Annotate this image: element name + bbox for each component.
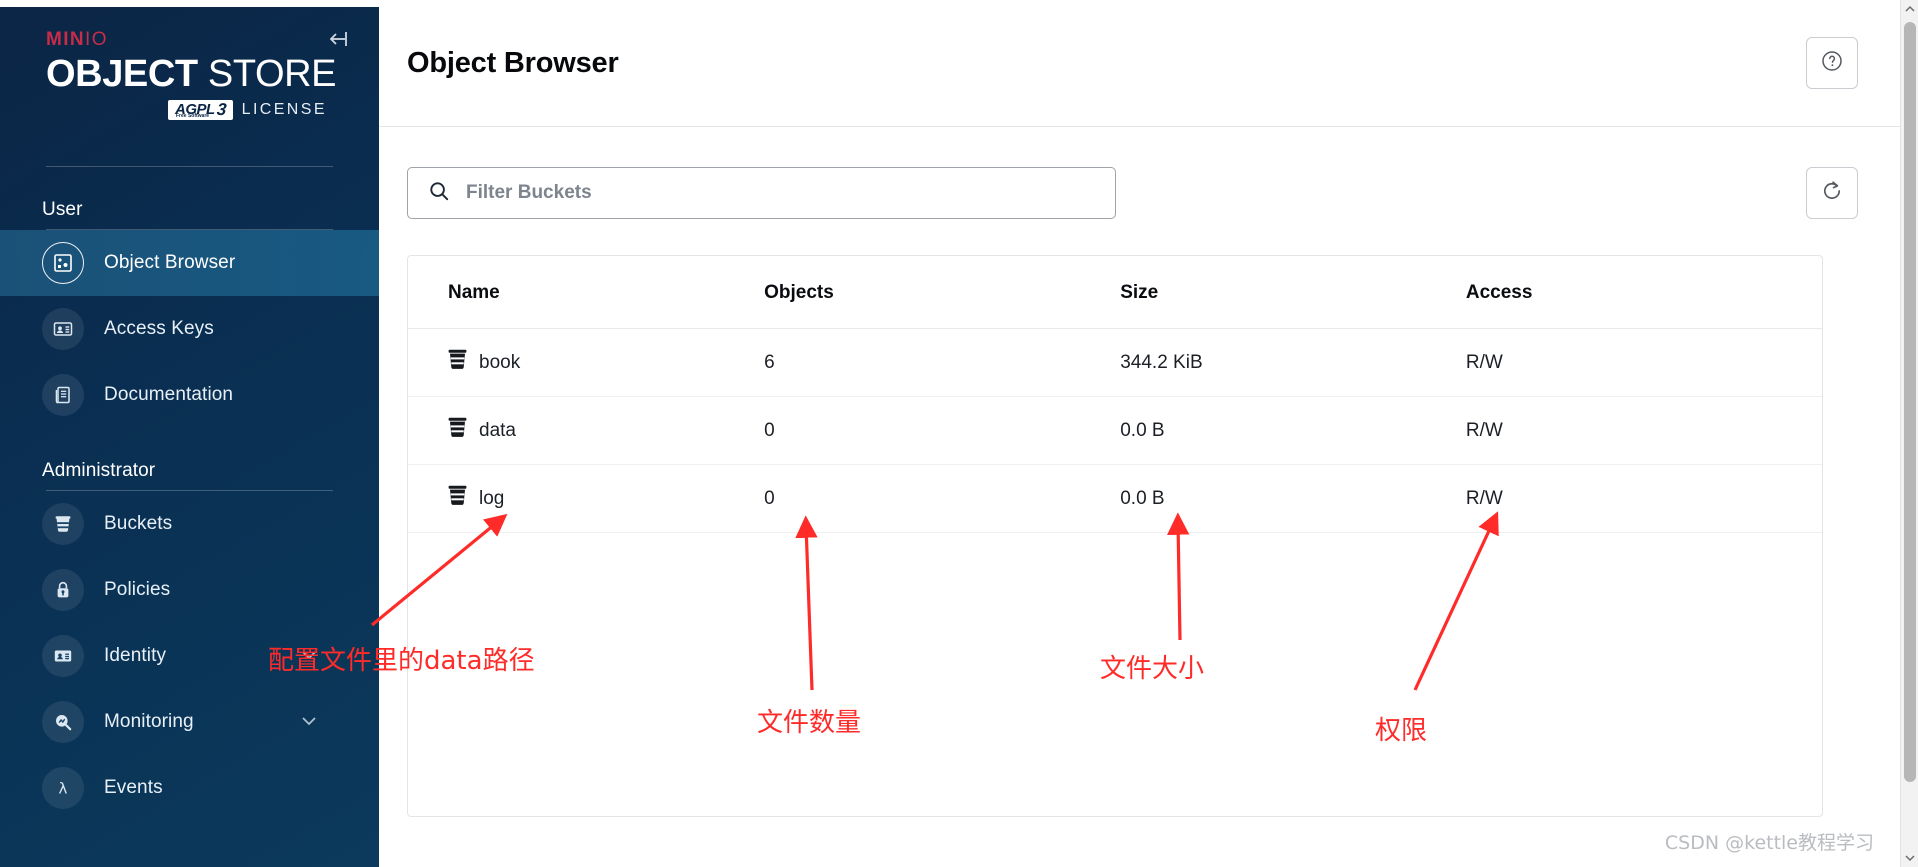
refresh-icon xyxy=(1819,178,1845,209)
bucket-icon xyxy=(42,502,84,545)
sidebar-item-object-browser[interactable]: Object Browser xyxy=(0,229,379,296)
svg-text:λ: λ xyxy=(59,779,68,797)
sidebar-top-spacer xyxy=(0,0,379,7)
table-row[interactable]: book 6 344.2 KiB R/W xyxy=(408,328,1822,397)
cell-access: R/W xyxy=(1465,328,1822,397)
column-header-access[interactable]: Access xyxy=(1465,256,1822,329)
table-head: Name Objects Size Access xyxy=(408,256,1822,329)
scroll-up-icon[interactable] xyxy=(1901,0,1918,18)
cell-bucket-name[interactable]: data xyxy=(408,396,765,465)
sidebar-item-label: Identity xyxy=(104,644,167,666)
table-header-row: Name Objects Size Access xyxy=(408,256,1822,329)
main-content: Object Browser Filter Buckets Name Objec… xyxy=(379,0,1918,867)
logo-product-bold: OBJECT xyxy=(46,53,198,95)
logo-product: OBJECT STORE xyxy=(46,55,379,94)
filter-row xyxy=(407,167,1858,219)
page-title: Object Browser xyxy=(407,46,619,79)
cell-size: 0.0 B xyxy=(1120,396,1466,465)
sidebar-item-access-keys[interactable]: Access Keys xyxy=(0,296,379,362)
object-browser-icon xyxy=(42,241,84,284)
scrollbar-thumb[interactable] xyxy=(1904,22,1916,782)
agpl-badge-sublabel: Free Software xyxy=(176,112,210,119)
content-area: Name Objects Size Access xyxy=(379,127,1918,817)
sidebar-item-label: Buckets xyxy=(104,512,173,534)
cell-objects: 0 xyxy=(764,396,1121,465)
cell-objects: 6 xyxy=(764,328,1121,397)
magnifier-icon xyxy=(42,700,84,743)
cell-access: R/W xyxy=(1465,464,1822,533)
column-header-size[interactable]: Size xyxy=(1120,256,1466,329)
app-root: MINIO OBJECT STORE AGPL 3 Free Software L… xyxy=(0,0,1918,867)
sidebar-item-events[interactable]: λ Events xyxy=(0,755,379,821)
logo-brand-prefix: MIN xyxy=(46,29,86,50)
sidebar-item-label: Monitoring xyxy=(104,710,194,732)
sidebar-section-administrator: Administrator xyxy=(42,459,156,481)
help-circle-icon xyxy=(1819,48,1845,79)
bucket-name-label: log xyxy=(479,487,505,509)
sidebar-item-policies[interactable]: Policies xyxy=(0,557,379,623)
bucket-icon xyxy=(448,485,467,512)
access-keys-icon xyxy=(42,307,84,350)
sidebar-item-label: Events xyxy=(104,776,163,798)
sidebar: MINIO OBJECT STORE AGPL 3 Free Software L… xyxy=(0,0,379,867)
sidebar-item-buckets[interactable]: Buckets xyxy=(0,491,379,557)
table-row[interactable]: log 0 0.0 B R/W xyxy=(408,464,1822,533)
cell-size: 344.2 KiB xyxy=(1120,328,1466,397)
column-header-objects[interactable]: Objects xyxy=(764,256,1121,329)
sidebar-section-user: User xyxy=(42,198,83,220)
cell-bucket-name[interactable]: book xyxy=(408,328,765,397)
sidebar-item-label: Policies xyxy=(104,578,171,600)
sidebar-item-label: Documentation xyxy=(104,383,234,405)
sidebar-item-monitoring[interactable]: Monitoring xyxy=(0,689,379,755)
buckets-table: Name Objects Size Access book 6 344.2 Ki… xyxy=(408,256,1822,533)
documentation-icon xyxy=(42,373,84,416)
agpl-badge-version: 3 xyxy=(215,99,227,119)
sidebar-item-identity[interactable]: Identity xyxy=(0,623,379,689)
buckets-table-card: Name Objects Size Access book 6 344.2 Ki… xyxy=(407,255,1823,817)
table-row[interactable]: data 0 0.0 B R/W xyxy=(408,396,1822,465)
logo-product-light: STORE xyxy=(207,53,337,95)
cell-size: 0.0 B xyxy=(1120,464,1466,533)
search-input[interactable] xyxy=(466,182,1095,204)
id-card-icon xyxy=(42,634,84,677)
refresh-button[interactable] xyxy=(1806,167,1858,219)
vertical-scrollbar[interactable] xyxy=(1900,0,1918,867)
watermark: CSDN @kettle教程学习 xyxy=(1664,832,1874,854)
cell-objects: 0 xyxy=(764,464,1121,533)
bucket-icon xyxy=(448,417,467,444)
filter-buckets-box[interactable] xyxy=(407,167,1116,219)
license-label: LICENSE xyxy=(241,100,327,118)
minio-logo: MINIO OBJECT STORE AGPL 3 Free Software L… xyxy=(0,7,379,120)
lambda-icon: λ xyxy=(42,766,84,809)
chevron-down-icon[interactable] xyxy=(301,713,317,731)
sidebar-item-label: Object Browser xyxy=(104,251,236,273)
collapse-left-icon[interactable] xyxy=(325,26,351,52)
scroll-down-icon[interactable] xyxy=(1901,849,1918,867)
cell-access: R/W xyxy=(1465,396,1822,465)
logo-brand-suffix: IO xyxy=(85,29,108,50)
table-body: book 6 344.2 KiB R/W data 0 0.0 B R/W lo… xyxy=(408,328,1822,533)
bucket-icon xyxy=(448,349,467,376)
page-header: Object Browser xyxy=(379,0,1918,127)
sidebar-item-documentation[interactable]: Documentation xyxy=(0,362,379,428)
cell-bucket-name[interactable]: log xyxy=(408,464,765,533)
search-icon xyxy=(428,180,450,207)
license-row: AGPL 3 Free Software LICENSE xyxy=(46,99,379,120)
sidebar-item-label: Access Keys xyxy=(104,317,214,339)
help-button[interactable] xyxy=(1806,37,1858,89)
chevron-down-icon[interactable] xyxy=(301,647,317,665)
bucket-name-label: book xyxy=(479,351,521,373)
lock-icon xyxy=(42,568,84,611)
column-header-name[interactable]: Name xyxy=(408,256,765,329)
bucket-name-label: data xyxy=(479,419,516,441)
agpl-badge-icon: AGPL 3 Free Software xyxy=(168,99,233,120)
